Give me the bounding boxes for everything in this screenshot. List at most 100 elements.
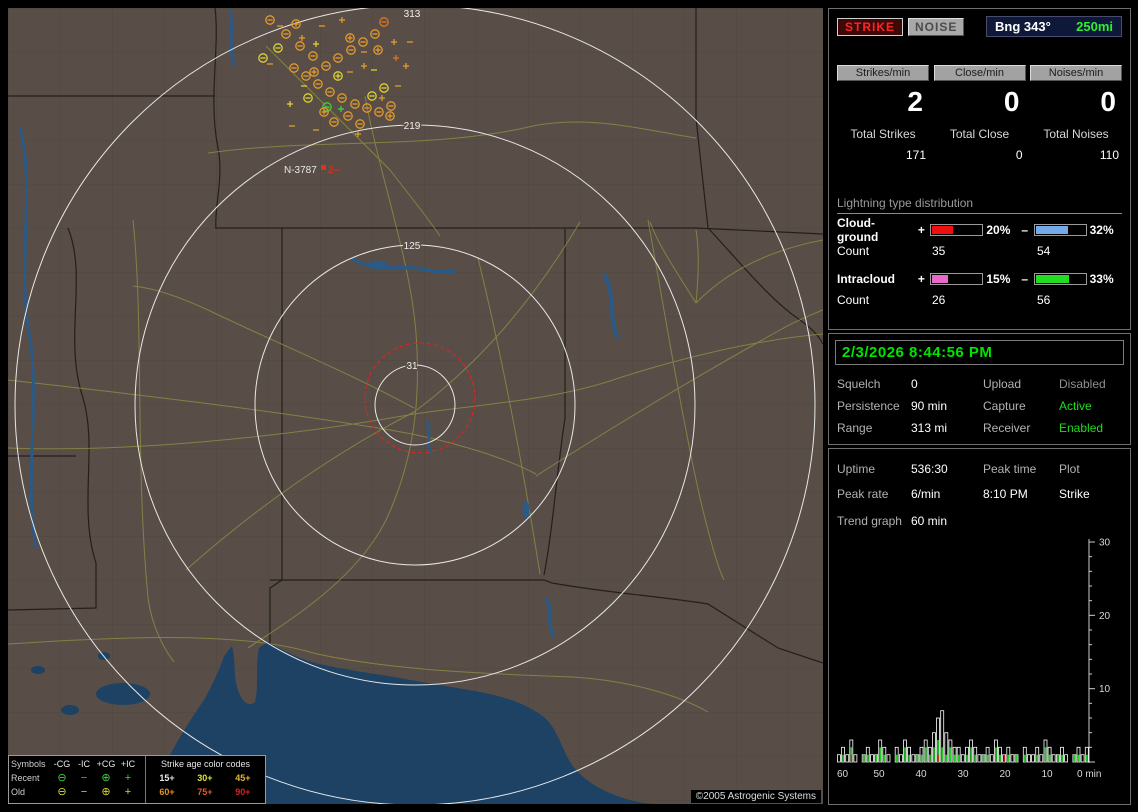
svg-text:10: 10	[1041, 769, 1053, 780]
legend-symbol: +	[124, 772, 132, 784]
settings-section: 2/3/2026 8:44:56 PM Squelch 0 Upload Dis…	[828, 333, 1131, 445]
strikes-per-min-value: 2	[907, 86, 923, 117]
noise-indicator-button[interactable]: NOISE	[908, 17, 965, 36]
legend-col-cgpos: +CG	[96, 759, 116, 769]
ring-label-125: 125	[404, 241, 421, 252]
legend-col-cgneg: -CG	[53, 759, 71, 769]
legend-age-row: 15+ 30+ 45+	[148, 771, 263, 785]
cloud-ground-row: Cloud-ground + 20% – 32%	[837, 216, 1122, 244]
legend-age-header: Strike age color codes	[160, 759, 251, 769]
peak-rate-label: Peak rate	[837, 487, 889, 501]
trend-graph-label: Trend graph	[837, 514, 902, 528]
cloud-ground-label: Cloud-ground	[837, 216, 879, 244]
cg-pos-bar	[930, 224, 984, 236]
plus-sign: +	[917, 272, 925, 286]
legend-symbol: ⊖	[57, 786, 67, 798]
legend-symbol: −	[80, 772, 88, 784]
persistence-value: 90 min	[911, 399, 948, 413]
peak-time-label: Peak time	[983, 462, 1037, 476]
legend-age-codes: Strike age color codes 15+ 30+ 45+ 60+ 75+ 90…	[146, 756, 265, 803]
symbol-legend: Symbols -CG -IC +CG +IC Recent ⊖ − ⊕ + Old ⊖ − ⊕…	[8, 755, 266, 804]
ic-neg-count: 56	[1037, 293, 1051, 307]
upload-value: Disabled	[1059, 377, 1106, 391]
upload-label: Upload	[983, 377, 1022, 391]
legend-symbol-rows: Recent ⊖ − ⊕ + Old ⊖ − ⊕ +	[11, 771, 143, 799]
squelch-label: Squelch	[837, 377, 881, 391]
trend-section: Uptime 536:30 Peak time Plot Peak rate 6…	[828, 448, 1131, 805]
ic-pos-count: 26	[932, 293, 946, 307]
close-per-min-counter: Close/min 0 Total Close 0	[933, 65, 1026, 162]
cg-neg-bar	[1033, 224, 1087, 236]
svg-text:30: 30	[957, 769, 969, 780]
bearing-range: 250mi	[1076, 19, 1113, 34]
peak-rate-value: 6/min	[911, 487, 941, 501]
age-code: 90+	[235, 787, 251, 797]
storm-track-label: N-3787 2–	[284, 165, 340, 176]
trend-axis-labels: 30 20 10 60 50 40 30 20 10 0 min	[837, 538, 1111, 781]
cg-pos-pct: 20%	[986, 223, 1011, 237]
close-per-min-button[interactable]: Close/min	[933, 65, 1026, 81]
intracloud-count-row: Count 26 56	[837, 293, 1122, 307]
legend-symbol: ⊕	[101, 786, 111, 798]
age-code: 45+	[235, 773, 251, 783]
legend-row-recent: Recent ⊖ − ⊕ +	[11, 771, 143, 785]
close-per-min-value: 0	[1003, 86, 1020, 117]
cloud-ground-count-row: Count 35 54	[837, 244, 1122, 258]
bearing-label: Bng 343°	[995, 19, 1051, 34]
capture-value: Active	[1059, 399, 1092, 413]
squelch-value: 0	[911, 377, 918, 391]
plot-label: Plot	[1059, 462, 1080, 476]
datetime-display: 2/3/2026 8:44:56 PM	[835, 340, 1124, 365]
strikes-per-min-button[interactable]: Strikes/min	[837, 65, 929, 81]
trend-axis-ticks	[1089, 541, 1095, 763]
total-noises-label: Total Noises	[1043, 127, 1109, 141]
strikes-per-min-counter: Strikes/min 2 Total Strikes 171	[837, 65, 929, 162]
legend-symbols: Symbols -CG -IC +CG +IC Recent ⊖ − ⊕ + Old ⊖ − ⊕…	[9, 756, 146, 803]
ring-label-313: 313	[404, 9, 421, 20]
legend-row-old: Old ⊖ − ⊕ +	[11, 785, 143, 799]
minus-sign: –	[1021, 272, 1028, 286]
ic-neg-pct: 33%	[1089, 272, 1114, 286]
status-panel: STRIKE NOISE Bng 343° 250mi Strikes/min …	[828, 8, 1131, 805]
uptime-value: 536:30	[911, 462, 948, 476]
ic-pos-pct: 15%	[986, 272, 1011, 286]
lightning-map[interactable]: 313 219 125 31 N-3787 2– Symbols -CG -IC…	[8, 8, 823, 804]
distribution-header: Lightning type distribution	[837, 196, 1122, 214]
cg-pos-count: 35	[932, 244, 946, 258]
receiver-label: Receiver	[983, 421, 1031, 435]
noises-per-min-counter: Noises/min 0 Total Noises 110	[1030, 65, 1122, 162]
legend-col-icpos: +IC	[120, 759, 136, 769]
intracloud-row: Intracloud + 15% – 33%	[837, 271, 1122, 287]
age-code: 30+	[197, 773, 213, 783]
ring-label-219: 219	[404, 121, 421, 132]
ring-label-31: 31	[406, 361, 418, 372]
cg-neg-pct: 32%	[1089, 223, 1114, 237]
plus-sign: +	[917, 223, 925, 237]
cg-count-label: Count	[837, 244, 870, 258]
total-close-label: Total Close	[949, 127, 1010, 141]
peak-time-value: 8:10 PM	[983, 487, 1028, 501]
track-id: N-3787	[284, 165, 317, 176]
legend-age-row: 60+ 75+ 90+	[148, 785, 263, 799]
svg-text:10: 10	[1099, 684, 1111, 695]
ic-neg-bar	[1033, 273, 1087, 285]
noises-per-min-button[interactable]: Noises/min	[1030, 65, 1122, 81]
range-value: 313 mi	[911, 421, 948, 435]
capture-label: Capture	[983, 399, 1026, 413]
receiver-value: Enabled	[1059, 421, 1104, 435]
uptime-label: Uptime	[837, 462, 876, 476]
total-close-value: 0	[1015, 148, 1023, 162]
svg-text:50: 50	[873, 769, 885, 780]
persistence-label: Persistence	[837, 399, 900, 413]
bearing-display: Bng 343° 250mi	[986, 16, 1122, 37]
svg-text:30: 30	[1099, 538, 1111, 549]
total-strikes-value: 171	[905, 148, 926, 162]
noises-per-min-value: 0	[1100, 86, 1116, 117]
counters-section: STRIKE NOISE Bng 343° 250mi Strikes/min …	[828, 8, 1131, 330]
legend-symbol: ⊖	[57, 772, 67, 784]
age-code: 60+	[159, 787, 175, 797]
map-canvas[interactable]: 313 219 125 31 N-3787 2–	[8, 8, 823, 804]
trend-bars	[837, 710, 1089, 763]
svg-text:20: 20	[1099, 611, 1111, 622]
strike-indicator-button[interactable]: STRIKE	[837, 17, 904, 36]
